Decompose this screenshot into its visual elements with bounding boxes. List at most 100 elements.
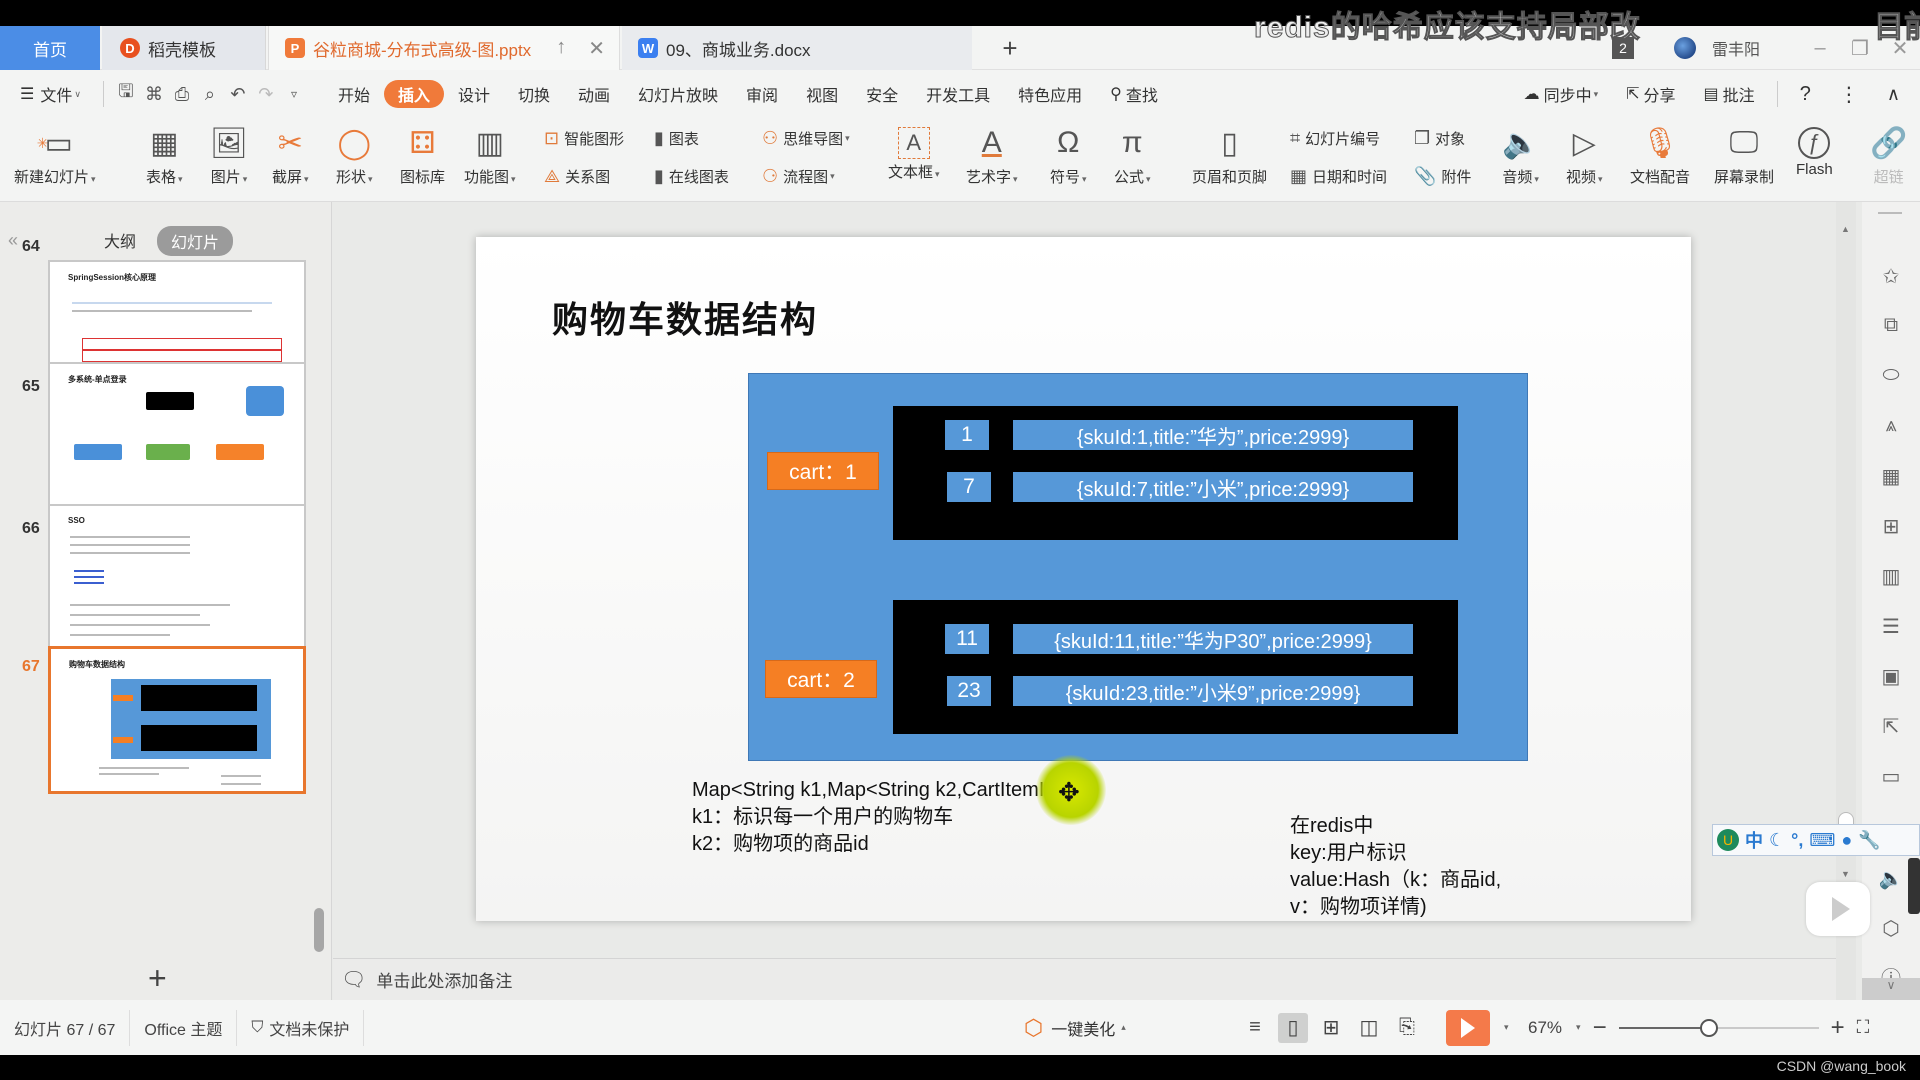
user-avatar[interactable] — [1673, 37, 1696, 59]
word-art-button[interactable]: A 艺术字 ▾ — [966, 122, 1018, 187]
speaker-notes-pane[interactable]: 🗨 单击此处添加备注 — [333, 958, 1836, 1000]
menu-animation[interactable]: 动画 — [564, 80, 624, 108]
icon-library-button[interactable]: ⚃ 图标库 — [400, 122, 445, 187]
more-options-icon[interactable]: ⋮ — [1825, 80, 1873, 108]
new-slide-button[interactable]: ✳ ▭ 新建幻灯片 ▾ — [14, 122, 96, 187]
image-gallery-icon[interactable]: ▣ — [1878, 664, 1904, 689]
ime-toolbar[interactable]: U 中 ☾ °, ⌨ ● 🔧 — [1712, 824, 1920, 856]
table-style-icon[interactable]: ▦ — [1878, 464, 1904, 489]
grid-icon[interactable]: ⊞ — [1878, 514, 1904, 539]
scroll-down-icon[interactable]: ▼ — [1841, 869, 1850, 879]
video-player-icon[interactable] — [1806, 882, 1870, 936]
flash-button[interactable]: ƒ Flash — [1796, 122, 1833, 178]
panel-scrollbar[interactable] — [314, 908, 324, 952]
menu-slideshow[interactable]: 幻灯片放映 — [624, 80, 732, 108]
menu-developer[interactable]: 开发工具 — [912, 80, 1004, 108]
comment-button[interactable]: ▤ 批注 — [1690, 80, 1769, 108]
play-slideshow-button[interactable] — [1446, 1009, 1490, 1046]
attachment-button[interactable]: 📎 附件 — [1414, 166, 1471, 187]
table-button[interactable]: ▦ 表格 ▾ — [146, 122, 183, 187]
switch-layout-icon[interactable]: ⧉ — [1878, 314, 1904, 337]
format-painter-icon[interactable]: ⌘ — [140, 84, 168, 105]
ime-logo-icon[interactable]: U — [1717, 829, 1739, 851]
online-chart-button[interactable]: ▮ 在线图表 — [654, 166, 729, 187]
date-time-button[interactable]: ▦ 日期和时间 — [1290, 166, 1387, 187]
zoom-level[interactable]: 67% — [1528, 1018, 1562, 1038]
slide-sorter-icon[interactable]: ⊞ — [1316, 1013, 1346, 1043]
menu-home[interactable]: 开始 — [324, 80, 384, 108]
menu-transition[interactable]: 切换 — [504, 80, 564, 108]
normal-view-icon[interactable]: ▯ — [1278, 1012, 1308, 1043]
chart-icon[interactable]: ▥ — [1878, 564, 1904, 589]
tab-slides[interactable]: 幻灯片 — [157, 226, 234, 256]
screenshot-button[interactable]: ✂ 截屏 ▾ — [272, 122, 309, 187]
zoom-knob[interactable] — [1699, 1018, 1718, 1037]
slide-title[interactable]: 购物车数据结构 — [552, 291, 818, 343]
tab-docer-templates[interactable]: D 稻壳模板 — [102, 26, 266, 70]
zoom-in-icon[interactable]: + — [1831, 1014, 1845, 1042]
shield-leaf-icon[interactable]: ⬡ — [1878, 916, 1904, 941]
symbol-button[interactable]: Ω 符号 ▾ — [1050, 122, 1087, 187]
collapse-panel-icon[interactable]: « — [8, 230, 18, 251]
tab-outline[interactable]: 大纲 — [104, 228, 136, 252]
slide-number-button[interactable]: ⌗ 幻灯片编号 — [1290, 128, 1380, 149]
collapse-ribbon-icon[interactable]: ∧ — [1873, 80, 1914, 108]
more-tools-chevron-icon[interactable]: ∨ — [1862, 978, 1920, 1000]
text-style-icon[interactable]: ⩓ — [1878, 414, 1904, 437]
help-icon[interactable]: ? — [1786, 80, 1825, 108]
redo-icon[interactable]: ↷ — [252, 84, 280, 105]
zoom-out-icon[interactable]: − — [1593, 1014, 1607, 1042]
cart-diagram[interactable]: cart：1 1 {skuId:1,title:”华为”,price:2999}… — [748, 373, 1528, 761]
notes-view-icon[interactable]: ≡ — [1240, 1013, 1270, 1043]
theme-name[interactable]: Office 主题 — [130, 1009, 238, 1046]
chart-button[interactable]: ▮ 图表 — [654, 128, 699, 149]
picture-button[interactable]: 🖼 图片 ▾ — [210, 122, 248, 187]
user-icon[interactable]: ● — [1841, 830, 1852, 851]
share-button[interactable]: ⇱ 分享 — [1612, 80, 1689, 108]
menu-special-apps[interactable]: 特色应用 — [1004, 80, 1096, 108]
screen-record-button[interactable]: 🖵 屏幕录制 — [1714, 122, 1774, 187]
slide-thumbnail-67[interactable]: 购物车数据结构 — [48, 646, 306, 794]
keyboard-icon[interactable]: ⌨ — [1809, 830, 1835, 851]
smart-shape-button[interactable]: ⊡ 智能图形 — [544, 128, 624, 149]
customize-toolbar-icon[interactable]: ▿ — [280, 87, 308, 101]
magic-star-icon[interactable]: ✩ — [1878, 264, 1904, 289]
shape-button[interactable]: ◯ 形状 ▾ — [336, 122, 373, 187]
tab-docx-file[interactable]: W 09、商城业务.docx — [622, 26, 972, 70]
volume-icon[interactable]: 🔈 — [1878, 866, 1904, 891]
text-box-button[interactable]: A 文本框 ▾ — [888, 122, 940, 182]
menu-insert[interactable]: 插入 — [383, 80, 444, 108]
object-button[interactable]: ❐ 对象 — [1414, 128, 1465, 149]
document-protection[interactable]: ⛉ 文档未保护 — [237, 1009, 365, 1046]
zoom-slider[interactable] — [1618, 1018, 1819, 1038]
settings-sliders-icon[interactable]: ☰ — [1878, 614, 1904, 639]
cart-label[interactable]: cart：2 — [765, 660, 877, 698]
cart-hash-box[interactable]: 1 {skuId:1,title:”华为”,price:2999} 7 {sku… — [893, 406, 1458, 540]
tab-home[interactable]: 首页 — [0, 26, 100, 70]
slide-canvas[interactable]: 购物车数据结构 cart：1 1 {skuId:1,title:”华为”,pri… — [476, 237, 1691, 921]
mind-map-button[interactable]: ⚇ 思维导图 ▾ — [762, 128, 850, 149]
tab-pptx-file[interactable]: P 谷粒商城-分布式高级-图.pptx ↑ ✕ — [268, 26, 620, 70]
search-button[interactable]: ⚲ 查找 — [1096, 80, 1172, 108]
print-icon[interactable]: ⎙ — [168, 84, 196, 105]
add-slide-button[interactable]: + — [148, 960, 167, 997]
presenter-tool-icon[interactable]: ⎘ — [1392, 1013, 1422, 1043]
close-tab-icon[interactable]: ✕ — [588, 36, 605, 61]
file-menu[interactable]: ☰ 文件 ∨ — [6, 80, 95, 108]
zoom-dropdown-icon[interactable]: ▾ — [1576, 1022, 1581, 1033]
menu-security[interactable]: 安全 — [852, 80, 912, 108]
scroll-up-icon[interactable]: ▲ — [1841, 224, 1850, 234]
slide-thumbnail-66[interactable]: SSO — [48, 504, 306, 652]
ime-mode[interactable]: 中 — [1745, 827, 1763, 853]
menu-design[interactable]: 设计 — [444, 80, 504, 108]
formula-button[interactable]: π 公式 ▾ — [1114, 122, 1151, 187]
print-preview-icon[interactable]: ⌕ — [196, 84, 224, 105]
map-structure-text[interactable]: Map<String k1,Map<String k2,CartItemInfo… — [692, 777, 1096, 858]
new-tab-button[interactable]: + — [990, 26, 1030, 70]
moon-icon[interactable]: ☾ — [1769, 830, 1785, 851]
sync-button[interactable]: ☁ 同步中 ▾ — [1510, 80, 1613, 108]
one-click-beautify-button[interactable]: ⬡ 一键美化 ▴ — [1024, 1000, 1126, 1055]
play-options-chevron-icon[interactable]: ▾ — [1504, 1022, 1509, 1033]
username[interactable]: 雷丰阳 — [1712, 36, 1760, 60]
relation-chart-button[interactable]: ⟁ 关系图 — [544, 166, 610, 187]
